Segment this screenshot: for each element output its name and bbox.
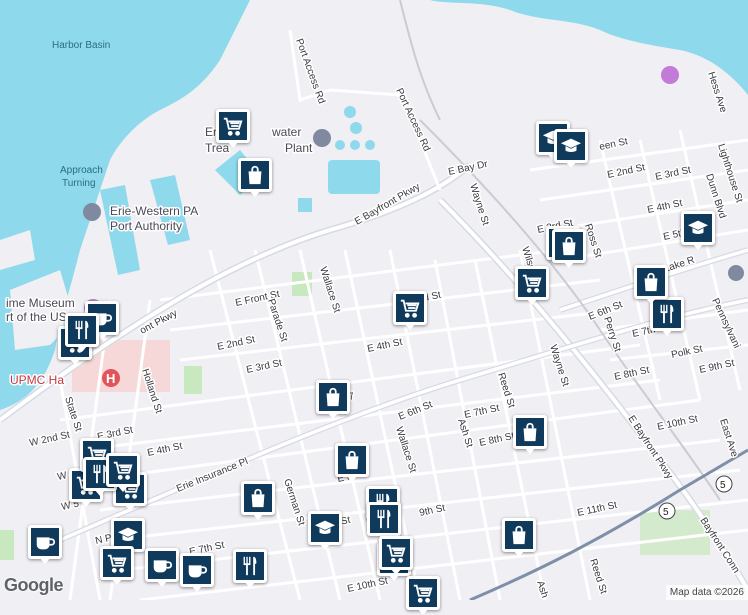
shopping-bag-icon	[251, 488, 265, 508]
shopping-bag-marker[interactable]	[238, 158, 272, 197]
shopping-cart-marker[interactable]	[216, 109, 250, 148]
school-marker[interactable]	[308, 511, 342, 550]
shopping-cart-marker[interactable]	[106, 453, 140, 492]
shopping-cart-icon	[107, 554, 127, 573]
fork-knife-icon	[377, 509, 391, 529]
shopping-bag-icon	[512, 525, 526, 545]
school-marker[interactable]	[681, 211, 715, 250]
museum-icon[interactable]	[661, 66, 679, 84]
landmark-icon[interactable]	[313, 129, 331, 147]
hospital-label: UPMC Ha	[10, 373, 64, 387]
shopping-bag-icon	[345, 450, 359, 470]
shopping-cart-marker[interactable]	[406, 576, 440, 615]
shopping-bag-icon	[248, 165, 262, 185]
shopping-cart-icon	[223, 117, 243, 136]
water-plant-label: Plant	[285, 141, 313, 155]
museum-icon[interactable]	[728, 265, 744, 281]
shopping-cart-icon	[522, 274, 542, 293]
shopping-bag-icon	[562, 236, 576, 256]
pond	[350, 140, 360, 150]
shopping-bag-marker[interactable]	[241, 481, 275, 520]
restaurant-marker[interactable]	[233, 549, 267, 588]
pond	[365, 140, 375, 150]
restaurant-marker[interactable]	[367, 502, 401, 541]
shopping-cart-icon	[113, 461, 133, 480]
coffee-cup-icon	[36, 537, 56, 550]
graduation-cap-icon	[687, 220, 709, 234]
pond	[350, 122, 362, 134]
shopping-bag-marker[interactable]	[634, 265, 668, 304]
shopping-bag-marker[interactable]	[552, 229, 586, 268]
route-shield-label: 5	[720, 480, 726, 491]
cafe-marker[interactable]	[145, 548, 179, 587]
landmark-icon[interactable]	[83, 203, 101, 221]
fork-knife-icon	[75, 320, 89, 340]
pond	[328, 160, 380, 194]
shopping-bag-marker[interactable]	[513, 415, 547, 454]
cafe-marker[interactable]	[28, 525, 62, 564]
google-logo: Google	[4, 575, 64, 595]
pond	[344, 106, 356, 118]
museum-label: ime Museum	[6, 296, 75, 310]
port-authority-label: Erie-Western PA	[110, 204, 198, 218]
cafe-marker[interactable]	[180, 553, 214, 592]
approach-label: Approach	[60, 165, 103, 176]
shopping-cart-marker[interactable]	[515, 266, 549, 305]
shopping-cart-marker[interactable]	[100, 546, 134, 585]
coffee-cup-icon	[188, 565, 208, 578]
harbor-basin-label: Harbor Basin	[52, 40, 110, 51]
shopping-bag-icon	[326, 387, 340, 407]
coffee-cup-icon	[153, 560, 173, 573]
shopping-cart-marker[interactable]	[379, 536, 413, 575]
shopping-cart-icon	[413, 584, 433, 603]
restaurant-marker[interactable]	[65, 313, 99, 352]
shopping-cart-marker[interactable]	[393, 291, 427, 330]
turning-label: Turning	[62, 178, 96, 189]
shopping-bag-marker[interactable]	[335, 443, 369, 482]
water-plant-label: water	[271, 125, 301, 139]
graduation-cap-icon	[117, 527, 139, 541]
park	[184, 366, 202, 394]
shopping-cart-icon	[386, 544, 406, 563]
map-attribution[interactable]: Map data ©2026	[665, 585, 748, 600]
water-plant-label: Trea	[205, 141, 230, 155]
park	[0, 530, 14, 560]
port-authority-label: Port Authority	[110, 219, 182, 233]
fork-knife-icon	[660, 304, 674, 324]
route-shield-label: 5	[663, 507, 669, 518]
shopping-cart-icon	[400, 299, 420, 318]
shopping-bag-icon	[644, 272, 658, 292]
school-marker[interactable]	[554, 129, 588, 168]
fork-knife-icon	[243, 556, 257, 576]
shopping-bag-marker[interactable]	[502, 518, 536, 557]
pond	[335, 140, 345, 150]
shopping-bag-marker[interactable]	[316, 380, 350, 419]
graduation-cap-icon	[314, 520, 336, 534]
shopping-bag-icon	[523, 422, 537, 442]
pond	[298, 198, 312, 212]
graduation-cap-icon	[560, 138, 582, 152]
hospital-h-glyph: H	[106, 371, 115, 386]
